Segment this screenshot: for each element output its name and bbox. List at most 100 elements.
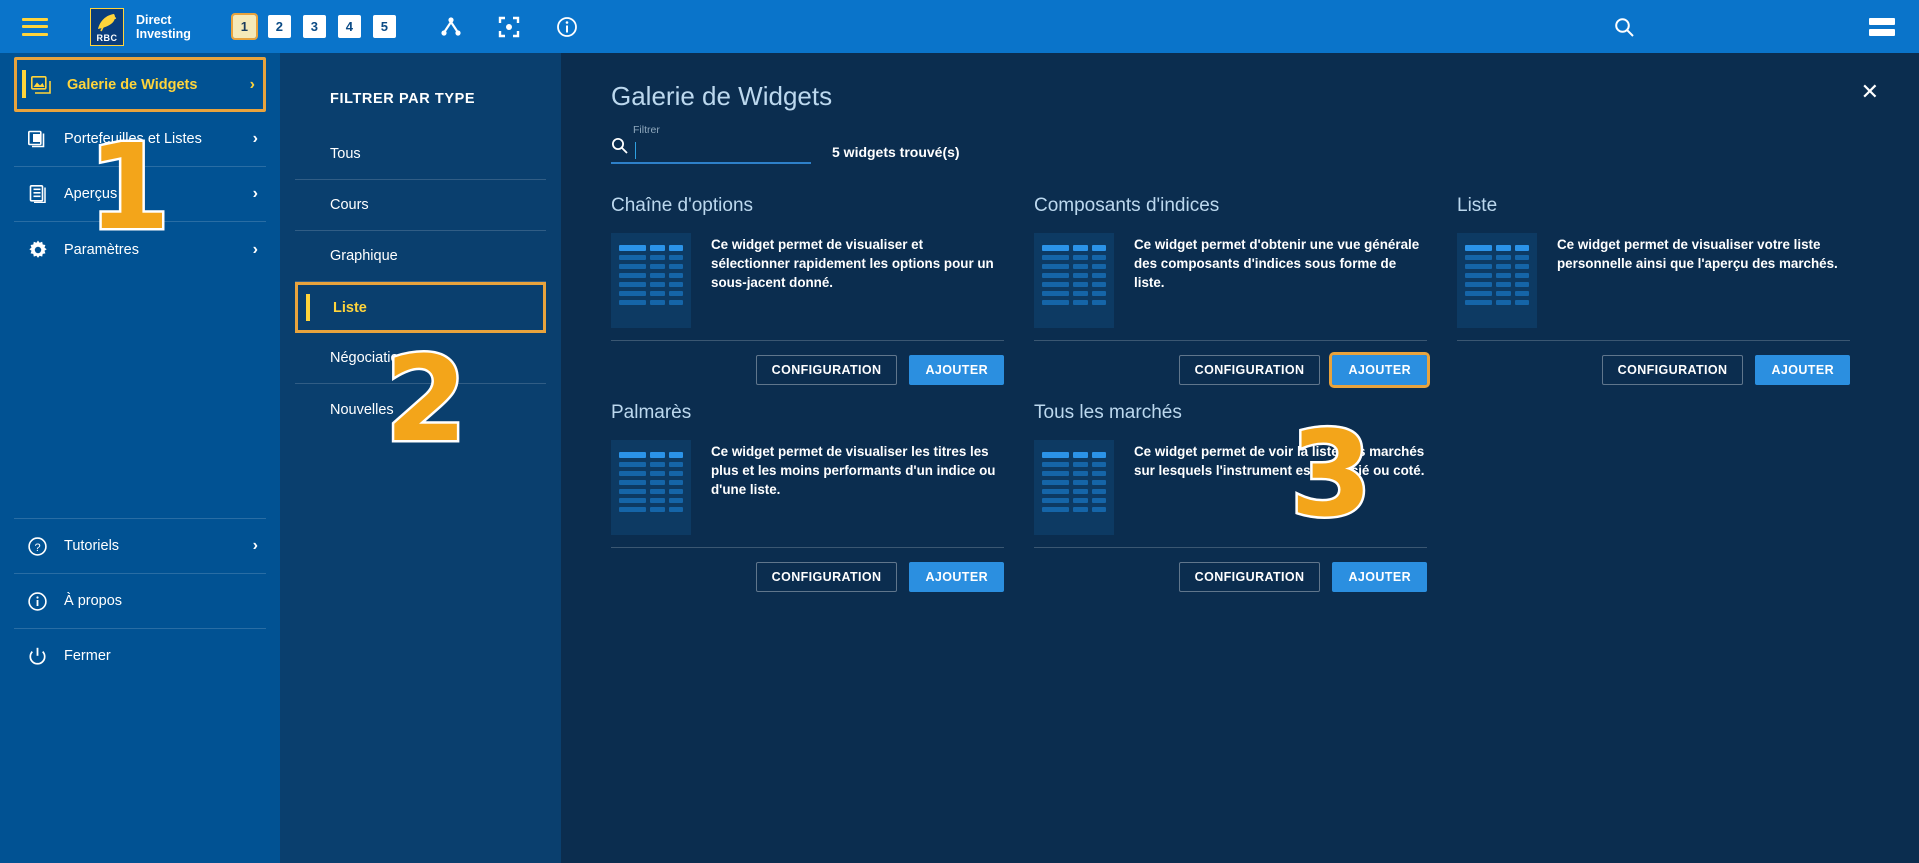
- widget-card-description: Ce widget permet d'obtenir une vue génér…: [1134, 237, 1420, 290]
- widget-card-actions: CONFIGURATION AJOUTER: [1034, 547, 1427, 592]
- list-menu-icon[interactable]: [1869, 17, 1895, 36]
- sidebar-item-label: Galerie de Widgets: [67, 76, 198, 93]
- widget-card-title: Composants d'indices: [1034, 195, 1220, 216]
- close-icon[interactable]: ✕: [1861, 81, 1879, 103]
- image-gallery-icon: [31, 75, 55, 94]
- main-content-panel: Galerie de Widgets ✕ Filtrer 5 widgets t…: [561, 53, 1919, 863]
- add-button[interactable]: AJOUTER: [909, 355, 1004, 385]
- filter-panel-title: FILTRER PAR TYPE: [330, 91, 476, 107]
- result-count-label: 5 widgets trouvé(s): [832, 144, 960, 160]
- widget-thumbnail: [1457, 233, 1537, 328]
- svg-text:?: ?: [34, 542, 40, 554]
- search-icon[interactable]: [1613, 16, 1635, 38]
- question-circle-icon: ?: [28, 536, 52, 556]
- widget-card-title: Liste: [1457, 195, 1498, 216]
- search-input[interactable]: [611, 138, 811, 164]
- workspace-tab-1[interactable]: 1: [230, 13, 258, 40]
- text-caret: [635, 142, 636, 159]
- rbc-logo-text: RBC: [96, 32, 118, 43]
- info-circle-icon[interactable]: [556, 16, 578, 38]
- sidebar-item-fermer[interactable]: Fermer ›: [14, 628, 266, 683]
- sidebar-item-galerie-de-widgets[interactable]: Galerie de Widgets ›: [14, 57, 266, 112]
- filter-item-liste[interactable]: Liste: [295, 282, 546, 333]
- widget-card-body: Ce widget permet de visualiser et sélect…: [611, 233, 1004, 328]
- share-node-icon[interactable]: [440, 16, 462, 38]
- filter-list: Tous Cours Graphique Liste Négociation N…: [280, 129, 561, 435]
- sidebar-item-portefeuilles-et-listes[interactable]: Portefeuilles et Listes ›: [14, 112, 266, 167]
- topbar-right-group: [1613, 16, 1919, 38]
- filter-item-nouvelles[interactable]: Nouvelles: [295, 384, 546, 435]
- chevron-right-icon: ›: [252, 130, 258, 147]
- widget-card-actions: CONFIGURATION AJOUTER: [1034, 340, 1430, 388]
- sidebar-item-label: À propos: [64, 593, 123, 609]
- widget-card-actions: CONFIGURATION AJOUTER: [611, 340, 1004, 385]
- hamburger-menu-icon[interactable]: [22, 17, 48, 36]
- workspace-tab-2[interactable]: 2: [267, 15, 291, 38]
- top-navigation-bar: RBC Direct Investing 1 2 3 4 5: [0, 0, 1919, 53]
- chevron-right-icon: ›: [252, 240, 258, 258]
- add-button[interactable]: AJOUTER: [1329, 352, 1430, 388]
- chevron-right-icon: ›: [252, 537, 258, 554]
- gear-icon: [28, 240, 52, 260]
- workspace-tab-5[interactable]: 5: [372, 15, 396, 38]
- widget-card-description: Ce widget permet de visualiser et sélect…: [711, 237, 994, 290]
- sidebar-item-label: Aperçus: [64, 186, 118, 202]
- focus-target-icon[interactable]: [498, 16, 520, 38]
- search-box: Filtrer: [611, 124, 811, 164]
- portfolio-icon: [28, 130, 52, 148]
- widget-card-body: Ce widget permet de visualiser votre lis…: [1457, 233, 1850, 328]
- brand-name: Direct Investing: [136, 13, 191, 41]
- configuration-button[interactable]: CONFIGURATION: [755, 355, 898, 385]
- widget-card-actions: CONFIGURATION AJOUTER: [611, 547, 1004, 592]
- search-field-label: Filtrer: [633, 124, 660, 136]
- sidebar-bottom-group: ? Tutoriels › À propos ›: [0, 518, 280, 683]
- widget-card-title: Tous les marchés: [1034, 402, 1182, 423]
- filter-item-cours[interactable]: Cours: [295, 180, 546, 231]
- sidebar-item-apercus[interactable]: Aperçus ›: [14, 167, 266, 222]
- info-circle-icon: [28, 591, 52, 611]
- brand-line-1: Direct: [136, 12, 172, 27]
- chevron-right-icon: ›: [252, 185, 258, 202]
- widget-card: Liste Ce widget permet de visualiser vot…: [1457, 195, 1880, 385]
- widget-card-body: Ce widget permet de visualiser les titre…: [611, 440, 1004, 535]
- widget-card: Tous les marchés Ce widget permet de voi…: [1034, 402, 1457, 592]
- brand-line-2: Investing: [136, 26, 191, 41]
- sidebar-item-a-propos[interactable]: À propos ›: [14, 573, 266, 628]
- filter-item-tous[interactable]: Tous: [295, 129, 546, 180]
- sidebar-item-label: Portefeuilles et Listes: [64, 131, 202, 147]
- widget-thumbnail: [1034, 233, 1114, 328]
- widget-card: Palmarès Ce widget permet de visualiser …: [611, 402, 1034, 592]
- workspace-tab-3[interactable]: 3: [302, 15, 326, 38]
- widget-card-description: Ce widget permet de visualiser les titre…: [711, 444, 996, 497]
- workspace-tab-4[interactable]: 4: [337, 15, 361, 38]
- sidebar-item-parametres[interactable]: Paramètres ›: [14, 222, 266, 277]
- add-button[interactable]: AJOUTER: [909, 562, 1004, 592]
- widget-card-body: Ce widget permet de voir la liste des ma…: [1034, 440, 1427, 535]
- widget-card-body: Ce widget permet d'obtenir une vue génér…: [1034, 233, 1427, 328]
- chevron-right-icon: ›: [249, 75, 255, 93]
- sidebar-item-label: Fermer: [64, 648, 111, 664]
- configuration-button[interactable]: CONFIGURATION: [755, 562, 898, 592]
- widget-thumbnail: [611, 233, 691, 328]
- add-button[interactable]: AJOUTER: [1332, 562, 1427, 592]
- configuration-button[interactable]: CONFIGURATION: [1178, 355, 1321, 385]
- configuration-button[interactable]: CONFIGURATION: [1178, 562, 1321, 592]
- configuration-button[interactable]: CONFIGURATION: [1601, 355, 1744, 385]
- widget-card: Composants d'indices Ce widget permet d'…: [1034, 195, 1457, 388]
- add-button[interactable]: AJOUTER: [1755, 355, 1850, 385]
- sidebar-item-tutoriels[interactable]: ? Tutoriels ›: [14, 518, 266, 573]
- filter-item-graphique[interactable]: Graphique: [295, 231, 546, 282]
- power-icon: [28, 647, 52, 666]
- widget-card-description: Ce widget permet de voir la liste des ma…: [1134, 444, 1425, 478]
- widget-card-actions: CONFIGURATION AJOUTER: [1457, 340, 1850, 385]
- filter-item-negociation[interactable]: Négociation: [295, 333, 546, 384]
- sidebar-item-label: Tutoriels: [64, 538, 120, 554]
- widget-thumbnail: [1034, 440, 1114, 535]
- widget-thumbnail: [611, 440, 691, 535]
- widget-card-title: Palmarès: [611, 402, 692, 423]
- filter-search-row: Filtrer 5 widgets trouvé(s): [611, 124, 1919, 164]
- workspace-tabs: 1 2 3 4 5: [230, 13, 396, 40]
- lion-crest-icon: [98, 13, 117, 31]
- rbc-logo: RBC: [90, 7, 124, 46]
- widget-card: Chaîne d'options Ce widget permet de vis…: [611, 195, 1034, 385]
